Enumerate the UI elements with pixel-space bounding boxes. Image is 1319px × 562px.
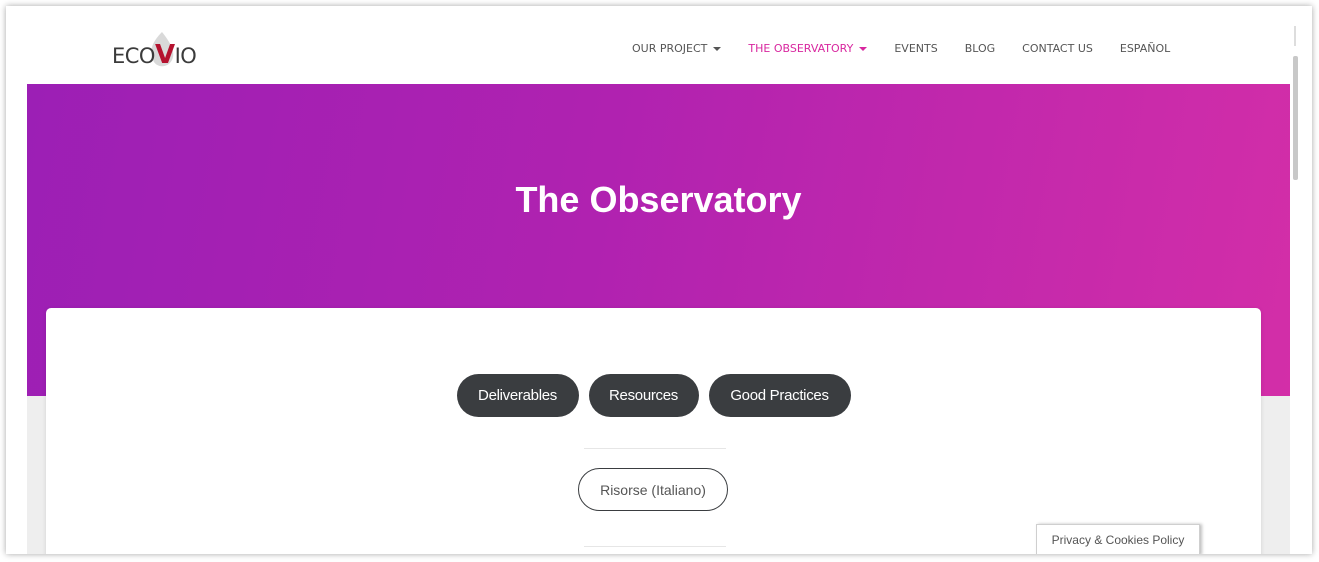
nav-espanol-label: ESPAÑOL: [1119, 42, 1171, 55]
scrollbar[interactable]: [1290, 6, 1312, 554]
chevron-down-icon: [713, 46, 722, 51]
ecovio-logo[interactable]: ECOVIO: [112, 26, 202, 70]
nav-our-project[interactable]: OUR PROJECT: [632, 42, 722, 55]
logo-text-v: V: [154, 40, 175, 70]
nav-contact-us[interactable]: CONTACT US: [1022, 42, 1093, 55]
logo-text-io: IO: [174, 44, 197, 68]
deliverables-button[interactable]: Deliverables: [456, 374, 579, 417]
logo-text-eco: ECO: [112, 44, 155, 68]
nav-espanol[interactable]: ESPAÑOL: [1120, 42, 1170, 55]
nav-the-observatory-label: THE OBSERVATORY: [748, 42, 854, 55]
privacy-cookies-policy-button[interactable]: Privacy & Cookies Policy: [1036, 524, 1200, 554]
main-nav: OUR PROJECT THE OBSERVATORY EVENTS BLOG …: [632, 42, 1197, 55]
resources-button[interactable]: Resources: [588, 374, 699, 417]
browser-page: ECOVIO OUR PROJECT THE OBSERVATORY EVENT…: [6, 6, 1312, 554]
nav-blog-label: BLOG: [964, 42, 996, 55]
risorse-italiano-button[interactable]: Risorse (Italiano): [578, 468, 728, 511]
nav-events[interactable]: EVENTS: [894, 42, 937, 55]
divider: [584, 546, 726, 547]
content-card: Deliverables Resources Good Practices Ri…: [46, 308, 1261, 554]
chevron-down-icon: [859, 46, 868, 51]
scrollbar-track: [1294, 26, 1296, 46]
nav-the-observatory[interactable]: THE OBSERVATORY: [748, 42, 868, 55]
nav-blog[interactable]: BLOG: [965, 42, 995, 55]
nav-our-project-label: OUR PROJECT: [632, 42, 708, 55]
good-practices-button[interactable]: Good Practices: [708, 374, 851, 417]
page-title: The Observatory: [515, 179, 802, 220]
nav-contact-us-label: CONTACT US: [1022, 42, 1093, 55]
nav-events-label: EVENTS: [894, 42, 938, 55]
divider: [584, 448, 726, 449]
site-header: ECOVIO OUR PROJECT THE OBSERVATORY EVENT…: [6, 6, 1290, 84]
logo-wordmark: ECOVIO: [112, 40, 197, 70]
category-buttons: Deliverables Resources Good Practices: [46, 374, 1261, 417]
scrollbar-thumb[interactable]: [1293, 56, 1298, 180]
